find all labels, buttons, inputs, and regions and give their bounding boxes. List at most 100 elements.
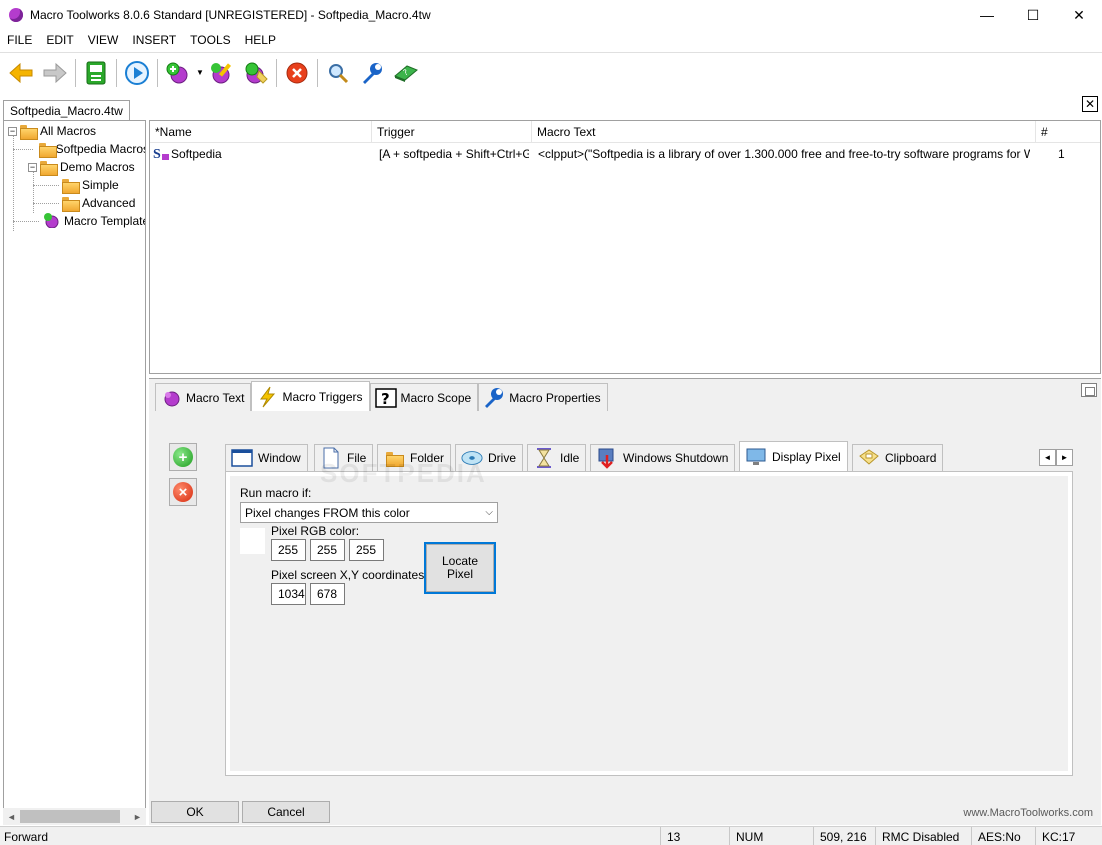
tree-line [13,221,39,222]
display-pixel-panel: Run macro if: Pixel changes FROM this co… [225,471,1073,776]
tab-clipboard[interactable]: Clipboard [852,444,944,471]
collapse-icon[interactable]: − [28,162,37,172]
ok-button[interactable]: OK [151,801,239,823]
tab-macro-scope[interactable]: ? Macro Scope [369,383,479,411]
status-coordinates: 509, 216 [813,827,875,845]
menu-help[interactable]: HELP [238,33,283,47]
tab-idle[interactable]: Idle [527,444,587,471]
menu-view[interactable]: VIEW [81,33,126,47]
add-trigger-button[interactable]: + [169,443,197,471]
toolbar-separator [157,58,158,87]
save-icon[interactable] [81,58,111,88]
menu-file[interactable]: FILE [0,33,39,47]
close-button[interactable]: ✕ [1056,0,1102,30]
tab-window[interactable]: Window [225,444,308,471]
tree-item-softpedia-macros[interactable]: Softpedia Macros [39,140,145,158]
dropdown-icon[interactable]: ▼ [195,68,205,77]
menu-edit[interactable]: EDIT [39,33,80,47]
tab-document[interactable]: Softpedia_Macro.4tw [3,100,130,120]
table-row[interactable]: S Softpedia [A + softpedia + Shift+Ctrl+… [150,145,1100,163]
toolbar: ▼ ? [0,52,1102,92]
folder-icon [20,124,38,140]
softpedia-macro-icon: S [153,145,169,163]
tree-item-all-macros[interactable]: − All Macros [8,122,96,140]
column-name[interactable]: *Name [150,121,372,143]
search-icon[interactable] [323,58,353,88]
tab-file[interactable]: File [314,444,374,471]
collapse-icon[interactable]: − [8,126,17,136]
maximize-button[interactable]: ☐ [1010,0,1056,30]
close-document-icon[interactable]: ✕ [1082,96,1098,112]
macro-trigger-cell: [A + softpedia + Shift+Ctrl+G ... [379,147,529,161]
tree-horizontal-scrollbar[interactable]: ◄ ► [3,808,146,825]
tab-macro-triggers[interactable]: Macro Triggers [251,381,370,411]
play-icon[interactable] [122,58,152,88]
tree-item-label: Simple [82,178,119,192]
scroll-right-icon[interactable]: ► [129,808,146,825]
y-coordinate-input[interactable]: 678 [310,583,345,605]
display-pixel-settings: Run macro if: Pixel changes FROM this co… [230,476,1068,771]
scroll-left-icon[interactable]: ◄ [3,808,20,825]
green-value-input[interactable]: 255 [310,539,345,561]
x-coordinate-input[interactable]: 1034 [271,583,306,605]
add-macro-icon[interactable] [163,58,193,88]
status-bar: Forward 13 NUM 509, 216 RMC Disabled AES… [0,826,1102,845]
file-icon [320,447,342,469]
tab-scroll-left-icon[interactable]: ◄ [1039,449,1056,466]
column-macro-text[interactable]: Macro Text [532,121,1036,143]
help-book-icon[interactable]: ? [391,58,421,88]
folder-icon [39,142,57,158]
tree-item-advanced[interactable]: Advanced [62,194,135,212]
tab-folder[interactable]: Folder [377,444,452,471]
tree-item-simple[interactable]: Simple [62,176,119,194]
column-count[interactable]: # [1036,121,1100,143]
macro-count-cell: 1 [1058,147,1065,161]
tab-drive[interactable]: Drive [455,444,524,471]
remove-trigger-button[interactable]: × [169,478,197,506]
tab-windows-shutdown[interactable]: Windows Shutdown [590,444,736,471]
tools-icon[interactable] [357,58,387,88]
new-macro-icon[interactable] [241,58,271,88]
toolbar-separator [317,58,318,87]
blue-value-input[interactable]: 255 [349,539,384,561]
shutdown-icon [596,448,618,469]
list-header: *Name Trigger Macro Text # [150,121,1100,143]
toolbar-separator [276,58,277,87]
trigger-tabs: Window File Folder Drive Idle Windows Sh… [225,441,1097,471]
red-value-input[interactable]: 255 [271,539,306,561]
minimize-button[interactable]: — [964,0,1010,30]
toolbar-separator [75,58,76,87]
status-rmc: RMC Disabled [875,827,971,845]
run-macro-if-label: Run macro if: [240,486,312,500]
back-arrow-icon[interactable] [6,58,36,88]
locate-pixel-button[interactable]: Locate Pixel [424,542,496,594]
tab-macro-text[interactable]: Macro Text [155,383,252,411]
tree-item-label: Demo Macros [60,160,135,174]
toolbar-separator [116,58,117,87]
wrench-icon [483,387,505,409]
x-icon: × [173,482,193,502]
website-link[interactable]: www.MacroToolworks.com [963,807,1093,819]
app-icon [9,8,23,22]
chevron-down-icon: ⌵ [485,507,493,518]
edit-macro-icon[interactable] [207,58,237,88]
menu-bar: FILE EDIT VIEW INSERT TOOLS HELP [0,30,1102,50]
tree-item-macro-templates[interactable]: Macro Templates [42,212,145,230]
menu-tools[interactable]: TOOLS [183,33,237,47]
tab-display-pixel[interactable]: Display Pixel [739,441,848,471]
menu-insert[interactable]: INSERT [125,33,183,47]
restore-panel-icon[interactable] [1081,383,1097,397]
status-aes: AES:No [971,827,1035,845]
forward-arrow-icon[interactable] [40,58,70,88]
window-title: Macro Toolworks 8.0.6 Standard [UNREGIST… [30,8,431,22]
column-trigger[interactable]: Trigger [372,121,532,143]
cancel-button[interactable]: Cancel [242,801,330,823]
scrollbar-thumb[interactable] [20,810,120,823]
window-icon [231,448,253,468]
pixel-condition-select[interactable]: Pixel changes FROM this color ⌵ [240,502,498,523]
tab-scroll-right-icon[interactable]: ► [1056,449,1073,466]
document-tabs: Softpedia_Macro.4tw [0,98,1102,120]
tree-item-demo-macros[interactable]: − Demo Macros [28,158,135,176]
tab-macro-properties[interactable]: Macro Properties [478,383,608,411]
delete-icon[interactable] [282,58,312,88]
